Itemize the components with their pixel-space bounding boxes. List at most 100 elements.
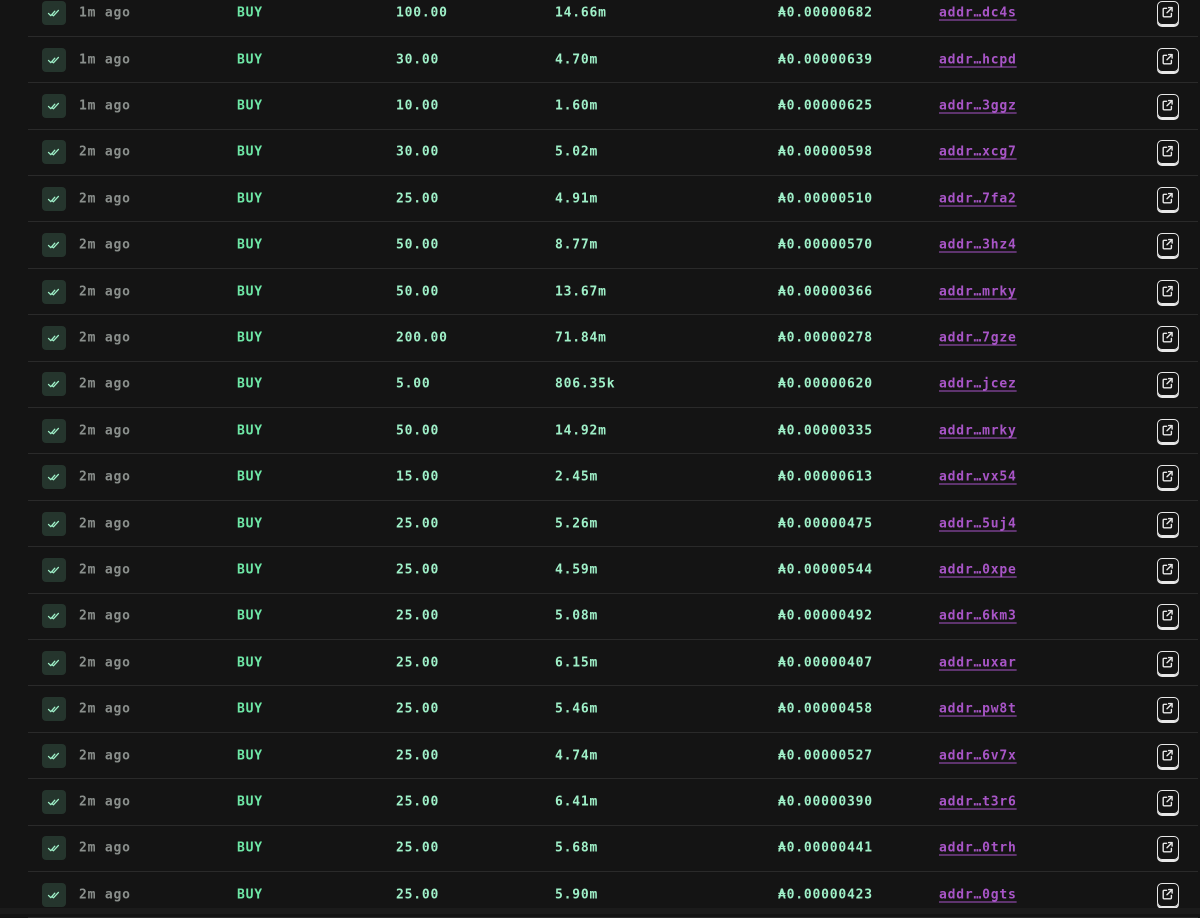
trade-address-link[interactable]: addr…t3r6 — [939, 794, 1017, 809]
trade-tokens: 5.68m — [555, 840, 599, 856]
external-link-icon[interactable] — [1157, 650, 1179, 675]
trade-address-link[interactable]: addr…hcpd — [939, 52, 1017, 67]
double-check-icon — [42, 233, 66, 258]
trade-address-link[interactable]: addr…7gze — [939, 330, 1017, 345]
external-link-icon[interactable] — [1157, 789, 1179, 814]
trade-price: ₳0.00000475 — [778, 516, 873, 532]
trade-tokens: 5.90m — [555, 887, 599, 903]
trade-type: BUY — [237, 5, 263, 21]
trade-amount: 25.00 — [396, 516, 440, 532]
trade-price: ₳0.00000423 — [778, 887, 873, 903]
trade-time: 2m ago — [79, 330, 131, 346]
trade-address-link[interactable]: addr…6km3 — [939, 609, 1017, 624]
trade-amount: 15.00 — [396, 469, 440, 485]
external-link-icon[interactable] — [1157, 233, 1179, 258]
trade-address-link[interactable]: addr…uxar — [939, 655, 1017, 670]
table-row: 2m ago BUY 15.00 2.45m ₳0.00000613 addr…… — [28, 455, 1198, 501]
external-link-icon[interactable] — [1157, 372, 1179, 397]
trade-type: BUY — [237, 191, 263, 207]
external-link-icon[interactable] — [1157, 557, 1179, 582]
external-link-icon[interactable] — [1157, 186, 1179, 211]
trade-type: BUY — [237, 330, 263, 346]
trade-time: 1m ago — [79, 98, 131, 114]
trade-address-link[interactable]: addr…6v7x — [939, 748, 1017, 763]
double-check-icon — [42, 418, 66, 443]
table-row: 2m ago BUY 25.00 4.91m ₳0.00000510 addr…… — [28, 176, 1198, 223]
trade-type: BUY — [237, 469, 263, 485]
external-link-icon[interactable] — [1157, 279, 1179, 304]
trade-price: ₳0.00000625 — [778, 98, 873, 114]
trade-price: ₳0.00000390 — [778, 794, 873, 810]
trade-amount: 10.00 — [396, 98, 440, 114]
trade-tokens: 2.45m — [555, 469, 599, 485]
trade-type: BUY — [237, 608, 263, 624]
trade-price: ₳0.00000639 — [778, 52, 873, 68]
trade-amount: 30.00 — [396, 52, 440, 68]
trade-tokens: 13.67m — [555, 284, 607, 300]
external-link-icon[interactable] — [1157, 743, 1179, 768]
double-check-icon — [42, 372, 66, 397]
table-row: 2m ago BUY 25.00 6.41m ₳0.00000390 addr…… — [28, 779, 1198, 826]
trade-amount: 50.00 — [396, 284, 440, 300]
trade-type: BUY — [237, 284, 263, 300]
trade-address-link[interactable]: addr…7fa2 — [939, 191, 1017, 206]
double-check-icon — [42, 511, 66, 536]
trade-amount: 25.00 — [396, 840, 440, 856]
external-link-icon[interactable] — [1157, 325, 1179, 350]
trade-time: 1m ago — [79, 5, 131, 21]
trade-price: ₳0.00000510 — [778, 191, 873, 207]
trade-tokens: 14.66m — [555, 5, 607, 21]
table-row: 2m ago BUY 5.00 806.35k ₳0.00000620 addr… — [28, 362, 1198, 409]
external-link-icon[interactable] — [1157, 882, 1179, 907]
trade-address-link[interactable]: addr…mrky — [939, 423, 1017, 438]
external-link-icon[interactable] — [1157, 47, 1179, 72]
table-row: 2m ago BUY 25.00 5.68m ₳0.00000441 addr…… — [28, 826, 1198, 873]
double-check-icon — [42, 697, 66, 722]
trade-address-link[interactable]: addr…0trh — [939, 841, 1017, 856]
table-row: 1m ago BUY 100.00 14.66m ₳0.00000682 add… — [28, 0, 1198, 37]
trade-address-link[interactable]: addr…jcez — [939, 377, 1017, 392]
trade-amount: 25.00 — [396, 794, 440, 810]
external-link-icon[interactable] — [1157, 604, 1179, 629]
external-link-icon[interactable] — [1157, 836, 1179, 861]
trade-type: BUY — [237, 52, 263, 68]
trade-price: ₳0.00000278 — [778, 330, 873, 346]
trade-address-link[interactable]: addr…5uj4 — [939, 516, 1017, 531]
table-row: 2m ago BUY 200.00 71.84m ₳0.00000278 add… — [28, 315, 1198, 362]
trade-address-link[interactable]: addr…pw8t — [939, 702, 1017, 717]
external-link-icon[interactable] — [1157, 511, 1179, 536]
trade-price: ₳0.00000527 — [778, 748, 873, 764]
external-link-icon[interactable] — [1157, 140, 1179, 165]
trade-address-link[interactable]: addr…3ggz — [939, 98, 1017, 113]
external-link-icon[interactable] — [1157, 465, 1179, 490]
trade-time: 1m ago — [79, 52, 131, 68]
trade-type: BUY — [237, 423, 263, 439]
trade-address-link[interactable]: addr…mrky — [939, 284, 1017, 299]
trade-amount: 25.00 — [396, 748, 440, 764]
external-link-icon[interactable] — [1157, 1, 1179, 26]
trade-address-link[interactable]: addr…0xpe — [939, 562, 1017, 577]
trade-tokens: 1.60m — [555, 98, 599, 114]
table-row: 2m ago BUY 25.00 5.26m ₳0.00000475 addr…… — [28, 501, 1198, 548]
trade-price: ₳0.00000407 — [778, 655, 873, 671]
trade-type: BUY — [237, 562, 263, 578]
trade-amount: 50.00 — [396, 423, 440, 439]
trade-type: BUY — [237, 144, 263, 160]
trade-amount: 25.00 — [396, 562, 440, 578]
trade-tokens: 5.02m — [555, 144, 599, 160]
trade-address-link[interactable]: addr…xcg7 — [939, 145, 1017, 160]
trade-tokens: 806.35k — [555, 376, 616, 392]
external-link-icon[interactable] — [1157, 418, 1179, 443]
trade-time: 2m ago — [79, 748, 131, 764]
double-check-icon — [42, 557, 66, 582]
external-link-icon[interactable] — [1157, 93, 1179, 118]
trade-time: 2m ago — [79, 284, 131, 300]
trade-amount: 30.00 — [396, 144, 440, 160]
double-check-icon — [42, 325, 66, 350]
horizontal-scrollbar[interactable] — [0, 908, 1200, 914]
trade-address-link[interactable]: addr…3hz4 — [939, 238, 1017, 253]
external-link-icon[interactable] — [1157, 697, 1179, 722]
trade-address-link[interactable]: addr…vx54 — [939, 470, 1017, 485]
trade-address-link[interactable]: addr…0gts — [939, 887, 1017, 902]
trade-address-link[interactable]: addr…dc4s — [939, 6, 1017, 21]
